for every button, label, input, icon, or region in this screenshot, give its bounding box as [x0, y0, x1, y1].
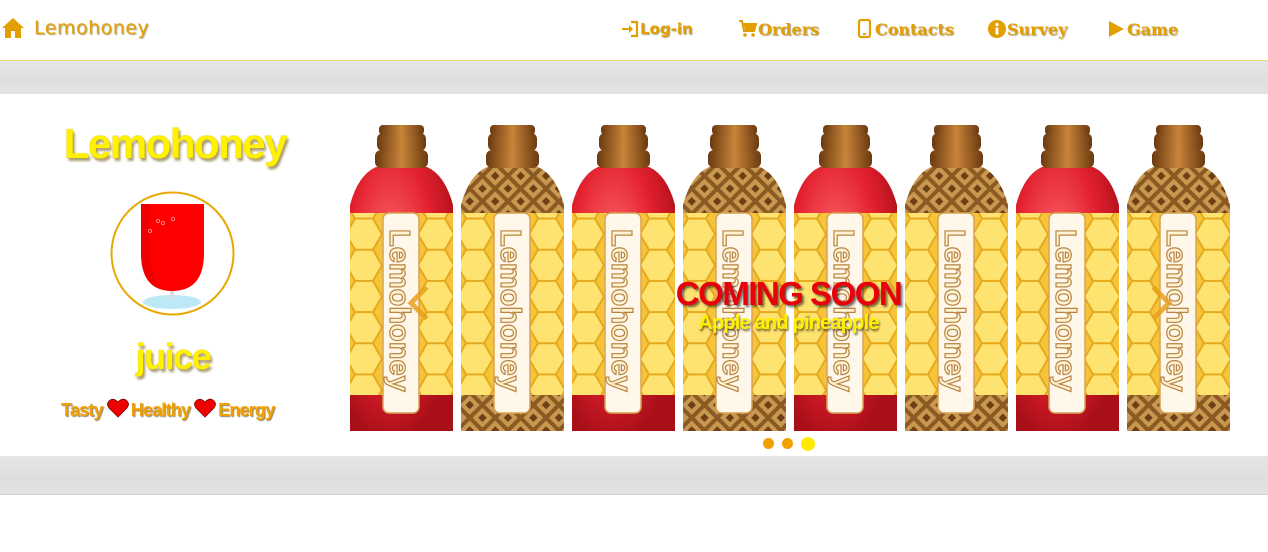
- product-carousel: Lemohoney Lemohoney Lemohoney Lemohoney: [346, 125, 1231, 431]
- juice-glass-logo: [110, 191, 235, 316]
- nav-game-label: Game: [1127, 19, 1179, 39]
- top-band: [0, 61, 1268, 95]
- bottle-label: Lemohoney: [494, 229, 526, 392]
- bottom-band: [0, 456, 1268, 495]
- bottle-pineapple: Lemohoney: [461, 125, 564, 431]
- chevron-right-icon: [1151, 285, 1173, 321]
- tagline: Tasty Healthy Energy: [61, 398, 275, 421]
- carousel-next-button[interactable]: [1150, 285, 1174, 321]
- nav-survey[interactable]: Survey: [987, 14, 1067, 44]
- heart-icon: [194, 398, 217, 418]
- tagline-word-3: Energy: [218, 400, 275, 420]
- chevron-left-icon: [407, 285, 429, 321]
- nav-contacts[interactable]: Contacts: [855, 14, 954, 44]
- carousel-indicator-1[interactable]: [763, 438, 774, 449]
- bottle-pineapple: Lemohoney: [683, 125, 786, 431]
- bottle-label: Lemohoney: [827, 229, 859, 392]
- carousel-indicators: [763, 436, 815, 451]
- nav-login-label: Log-in: [640, 20, 693, 38]
- home-icon: [2, 18, 24, 38]
- nav-login[interactable]: Log-in: [620, 14, 693, 44]
- nav-orders-label: Orders: [758, 19, 820, 39]
- tagline-word-2: Healthy: [130, 400, 191, 420]
- nav-survey-label: Survey: [1007, 19, 1068, 39]
- info-icon: [988, 20, 1006, 38]
- bottle-pineapple: Lemohoney: [905, 125, 1008, 431]
- play-icon: [1109, 21, 1124, 37]
- hero-brand-title: Lemohoney: [63, 120, 288, 167]
- product-word: juice: [135, 336, 212, 377]
- carousel-indicator-3[interactable]: [801, 436, 815, 451]
- bottle-apple: Lemohoney: [794, 125, 897, 431]
- tagline-word-1: Tasty: [61, 400, 103, 420]
- carousel-prev-button[interactable]: [406, 285, 430, 321]
- bottle-apple: Lemohoney: [350, 125, 453, 431]
- bottle-label: Lemohoney: [716, 229, 748, 392]
- heart-icon: [106, 398, 129, 418]
- nav-game[interactable]: Game: [1107, 14, 1178, 44]
- juice-glass-icon: [110, 191, 235, 316]
- bottle-apple: Lemohoney: [572, 125, 675, 431]
- top-navbar: Lemohoney Log-in Orders Contacts Survey: [0, 0, 1268, 62]
- brand-name: Lemohoney: [34, 17, 150, 39]
- bottle-label: Lemohoney: [938, 229, 970, 392]
- carousel-indicator-2[interactable]: [782, 438, 793, 449]
- nav-contacts-label: Contacts: [875, 19, 954, 39]
- login-icon: [622, 20, 639, 38]
- bottle-apple: Lemohoney: [1016, 125, 1119, 431]
- brand-link[interactable]: Lemohoney: [0, 13, 149, 43]
- cart-icon: [739, 20, 758, 37]
- bottle-pineapple: Lemohoney: [1127, 125, 1230, 431]
- bottle-label: Lemohoney: [605, 229, 637, 392]
- bottle-label: Lemohoney: [1049, 229, 1081, 392]
- nav-orders[interactable]: Orders: [738, 14, 819, 44]
- phone-icon: [857, 19, 872, 39]
